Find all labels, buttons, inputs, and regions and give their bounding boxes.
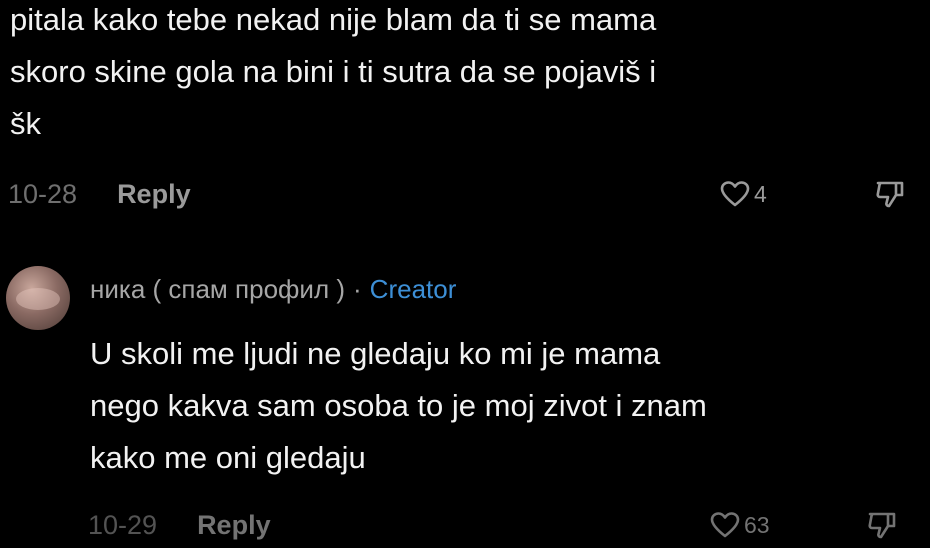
heart-icon bbox=[710, 512, 740, 538]
reply-text: U skoli me ljudi ne gledaju ko mi je mam… bbox=[90, 328, 920, 484]
reply-username[interactable]: ника ( спам профил ) bbox=[90, 274, 345, 305]
comment-text-line: skoro skine gola na bini i ti sutra da s… bbox=[10, 54, 657, 89]
reply-date: 10-29 bbox=[88, 509, 158, 540]
reply-reply-button[interactable]: Reply bbox=[197, 510, 271, 541]
separator-dot: · bbox=[353, 274, 362, 304]
thumbs-down-icon bbox=[876, 181, 904, 208]
heart-icon bbox=[720, 181, 750, 207]
avatar[interactable] bbox=[6, 266, 70, 330]
reply-text-line: nego kakva sam osoba to je moj zivot i z… bbox=[90, 388, 707, 423]
reply-like-button[interactable]: 63 bbox=[710, 505, 770, 545]
reply-dislike-button[interactable] bbox=[866, 509, 898, 548]
reply-like-count: 63 bbox=[744, 511, 770, 538]
like-count: 4 bbox=[754, 180, 767, 207]
reply-header: ника ( спам профил ) · Creator bbox=[90, 274, 456, 305]
comment-date: 10-28 bbox=[8, 178, 78, 209]
comment-text-line: šk bbox=[10, 106, 41, 141]
reply-meta-row: 10-29 Reply 63 bbox=[88, 505, 928, 545]
reply-button[interactable]: Reply bbox=[117, 179, 191, 210]
comment-text: pitala kako tebe nekad nije blam da ti s… bbox=[10, 0, 910, 150]
reply-text-line: U skoli me ljudi ne gledaju ko mi je mam… bbox=[90, 336, 661, 371]
thumbs-down-icon bbox=[868, 512, 896, 539]
like-button[interactable]: 4 bbox=[720, 174, 767, 214]
creator-badge: Creator bbox=[369, 274, 457, 304]
dislike-button[interactable] bbox=[874, 178, 906, 217]
comment-text-line: pitala kako tebe nekad nije blam da ti s… bbox=[10, 2, 657, 37]
reply-text-line: kako me oni gledaju bbox=[90, 440, 366, 475]
comment-meta-row: 10-28 Reply 4 bbox=[8, 174, 923, 214]
